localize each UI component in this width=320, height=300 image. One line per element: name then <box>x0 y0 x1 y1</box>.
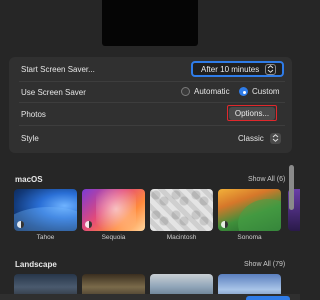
radio-automatic-label: Automatic <box>194 87 230 96</box>
settings-group: Start Screen Saver... After 10 minutes U… <box>9 57 292 153</box>
photos-label: Photos <box>21 110 46 119</box>
wallpaper-sonoma[interactable]: Sonoma <box>218 189 281 241</box>
start-screen-saver-popup[interactable]: After 10 minutes <box>191 61 284 77</box>
options-button-label: Options... <box>228 106 276 120</box>
radio-automatic-circle <box>181 87 190 96</box>
wallpaper-tahoe[interactable]: Tahoe <box>14 189 77 241</box>
start-screen-saver-label: Start Screen Saver... <box>21 65 95 74</box>
wallpaper-macintosh[interactable]: Macintosh <box>150 189 213 241</box>
section-title-landscape: Landscape <box>15 260 57 269</box>
thumbnail-label: Sequoia <box>101 234 126 241</box>
dynamic-wallpaper-badge-icon <box>85 221 92 228</box>
show-all-landscape-button[interactable]: Show All (79) <box>244 261 285 268</box>
scrollbar[interactable] <box>289 165 294 210</box>
style-popup[interactable]: Classic <box>231 130 281 146</box>
thumbnail-image <box>150 189 213 231</box>
use-screen-saver-label: Use Screen Saver <box>21 88 86 97</box>
start-screen-saver-value: After 10 minutes <box>201 64 260 74</box>
radio-automatic[interactable]: Automatic <box>181 87 230 96</box>
thumbnail-label: Sonoma <box>237 234 262 241</box>
chevron-updown-icon <box>265 63 277 75</box>
options-button[interactable]: Options... <box>227 105 277 121</box>
style-value: Classic <box>238 133 264 143</box>
screen-saver-preview <box>102 0 198 46</box>
divider <box>19 125 285 126</box>
macos-thumbnails: Tahoe Sequoia Macintosh Sonoma <box>14 189 281 241</box>
radio-custom-circle <box>239 87 248 96</box>
section-title-macos: macOS <box>15 175 43 184</box>
thumbnail-label: Macintosh <box>166 234 197 241</box>
divider <box>19 81 285 82</box>
wallpaper-sequoia[interactable]: Sequoia <box>82 189 145 241</box>
style-label: Style <box>21 134 39 143</box>
thumbnail-label: Tahoe <box>36 234 55 241</box>
divider <box>19 102 285 103</box>
radio-custom-label: Custom <box>252 87 280 96</box>
primary-button[interactable] <box>246 296 290 300</box>
show-all-macos-button[interactable]: Show All (6) <box>248 176 285 183</box>
thumbnail-image <box>218 189 281 231</box>
thumbnail-image <box>14 189 77 231</box>
chevron-updown-icon <box>269 132 281 144</box>
dynamic-wallpaper-badge-icon <box>17 221 24 228</box>
radio-custom[interactable]: Custom <box>239 87 280 96</box>
thumbnail-image <box>82 189 145 231</box>
dynamic-wallpaper-badge-icon <box>221 221 228 228</box>
